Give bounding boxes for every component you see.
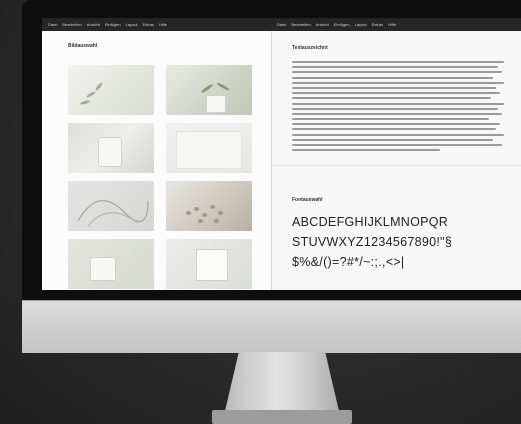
menu-item[interactable]: Ansicht	[316, 22, 329, 27]
text-line	[292, 133, 504, 136]
pebbles-photo[interactable]	[166, 181, 252, 231]
menu-item[interactable]: Hilfe	[159, 22, 167, 27]
plant-icon	[216, 81, 230, 92]
menu-item[interactable]: Einfügen	[334, 22, 350, 27]
cup-icon	[98, 137, 122, 167]
menu-item[interactable]: Ansicht	[87, 22, 100, 27]
image-selection-pane: Bildauswahl	[42, 31, 272, 290]
font-sample: ABCDEFGHIJKLMNOPQR STUVWXYZ1234567890!"§…	[292, 212, 521, 272]
app-content: Bildauswahl Textauszeichnt Fontauswahl A…	[42, 31, 521, 290]
left-menu: Datei Bearbeiten Ansicht Einfügen Layout…	[42, 22, 271, 27]
plant-icon	[94, 81, 104, 92]
cup-icon	[90, 257, 116, 281]
frame-icon	[196, 249, 228, 281]
font-section-title: Fontauswahl	[292, 197, 323, 203]
plant-icon	[85, 90, 97, 99]
text-line	[292, 118, 490, 121]
menu-item[interactable]: Layout	[126, 22, 138, 27]
glyph-line: ABCDEFGHIJKLMNOPQR	[292, 215, 449, 229]
mug-photo[interactable]	[68, 239, 154, 289]
menu-item[interactable]: Extras	[143, 22, 154, 27]
pot-icon	[206, 95, 226, 113]
text-line	[292, 71, 502, 74]
photo-scene: Datei Bearbeiten Ansicht Einfügen Layout…	[0, 0, 521, 424]
text-line	[292, 138, 494, 141]
plant-icon	[79, 99, 91, 106]
plant-leaves-photo[interactable]	[68, 65, 154, 115]
text-line	[292, 144, 502, 146]
pebbles-icon	[210, 205, 215, 209]
frame-photo[interactable]	[166, 239, 252, 289]
pebbles-icon	[186, 211, 191, 215]
menu-item[interactable]: Bearbeiten	[291, 22, 310, 27]
text-line	[292, 61, 504, 63]
placeholder-paragraph	[292, 61, 504, 154]
right-menu: Datei Bearbeiten Ansicht Einfügen Layout…	[271, 22, 500, 27]
menu-item[interactable]: Einfügen	[105, 22, 121, 27]
text-line	[292, 76, 494, 79]
blank-paper-photo[interactable]	[166, 123, 252, 173]
text-line	[292, 149, 441, 152]
monitor-chin	[22, 300, 521, 353]
text-line	[292, 112, 502, 115]
pebbles-icon	[202, 213, 207, 217]
sketch-lines-photo[interactable]	[68, 181, 154, 231]
pebbles-icon	[218, 211, 223, 215]
pebbles-icon	[194, 207, 199, 211]
section-divider	[272, 165, 521, 166]
stand-base	[212, 410, 352, 424]
menu-item[interactable]: Extras	[372, 22, 383, 27]
menu-item[interactable]: Hilfe	[388, 22, 396, 27]
text-line	[292, 123, 500, 126]
text-line	[292, 107, 498, 110]
monitor-screen: Datei Bearbeiten Ansicht Einfügen Layout…	[42, 18, 521, 290]
menu-item[interactable]: Datei	[277, 22, 286, 27]
paper-icon	[176, 131, 242, 169]
menu-item[interactable]: Layout	[355, 22, 367, 27]
image-selection-title: Bildauswahl	[68, 43, 98, 49]
plant-icon	[200, 83, 214, 94]
text-line	[292, 66, 498, 69]
text-line	[292, 128, 496, 131]
glyph-line: STUVWXYZ1234567890!"§	[292, 235, 453, 249]
text-line	[292, 81, 504, 84]
thumbnail-grid	[68, 65, 258, 289]
menu-bar: Datei Bearbeiten Ansicht Einfügen Layout…	[42, 18, 521, 31]
pebbles-icon	[214, 219, 219, 223]
text-line	[292, 86, 496, 89]
text-section-title: Textauszeichnt	[292, 45, 328, 51]
text-pane: Textauszeichnt Fontauswahl ABCDEFGHIJKLM…	[272, 31, 521, 290]
glyph-line: $%&/()=?#*/~:;.,<>|	[292, 255, 405, 269]
text-line	[292, 97, 492, 100]
potted-plant-photo[interactable]	[166, 65, 252, 115]
menu-item[interactable]: Datei	[48, 22, 57, 27]
menu-item[interactable]: Bearbeiten	[62, 22, 81, 27]
text-line	[292, 92, 500, 95]
pebbles-icon	[198, 219, 203, 223]
white-cup-photo[interactable]	[68, 123, 154, 173]
sketch-icon	[77, 200, 149, 227]
text-line	[292, 102, 504, 105]
